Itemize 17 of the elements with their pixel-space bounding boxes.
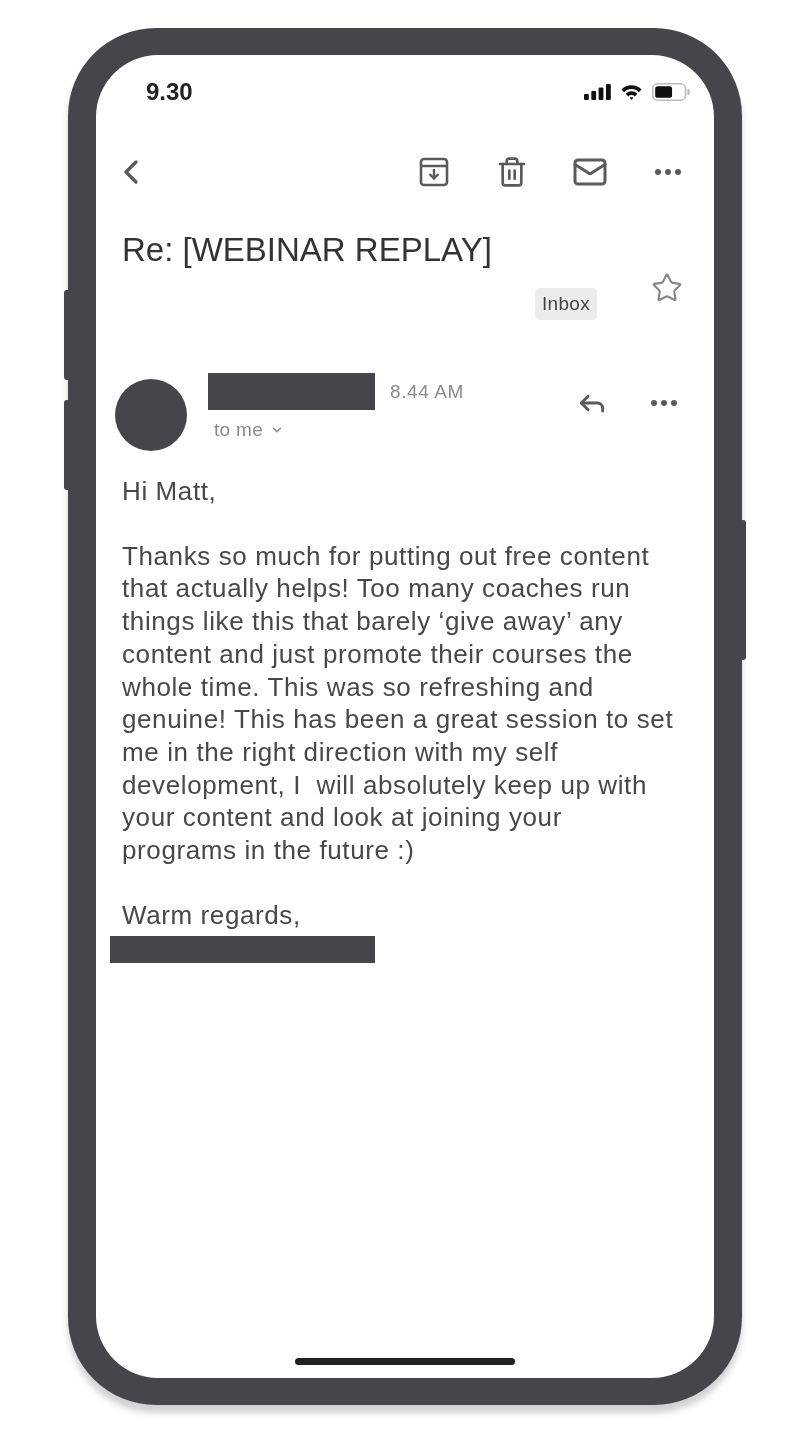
greeting-text: Hi Matt,: [122, 475, 218, 508]
battery-icon: [652, 83, 690, 101]
more-icon: [655, 169, 681, 175]
inbox-label[interactable]: Inbox: [535, 288, 597, 320]
signal-icon: [584, 84, 611, 100]
message-paragraph: Thanks so much for putting out free content that actually helps! Too many coaches run things like this that barely ‘give away’ any content and just promote their courses the whole time. This was so refreshing and genuine! This has been a great session to set me in the right direction with my self development, I will absolutely keep up with your content and look at joining your programs in the future :): [122, 539, 675, 867]
wifi-icon: [620, 84, 643, 100]
closing-text: Warm regards,: [122, 898, 302, 932]
star-icon: [651, 272, 683, 304]
trash-icon: [496, 156, 528, 188]
more-icon: [651, 400, 677, 406]
email-subject: Re: [WEBINAR REPLAY]: [122, 230, 493, 270]
status-time: 9.30: [146, 78, 193, 106]
sent-time: 8.44 AM: [390, 380, 464, 404]
recipient-toggle[interactable]: to me: [214, 418, 464, 442]
archive-icon: [419, 157, 449, 187]
star-button[interactable]: [651, 272, 683, 304]
